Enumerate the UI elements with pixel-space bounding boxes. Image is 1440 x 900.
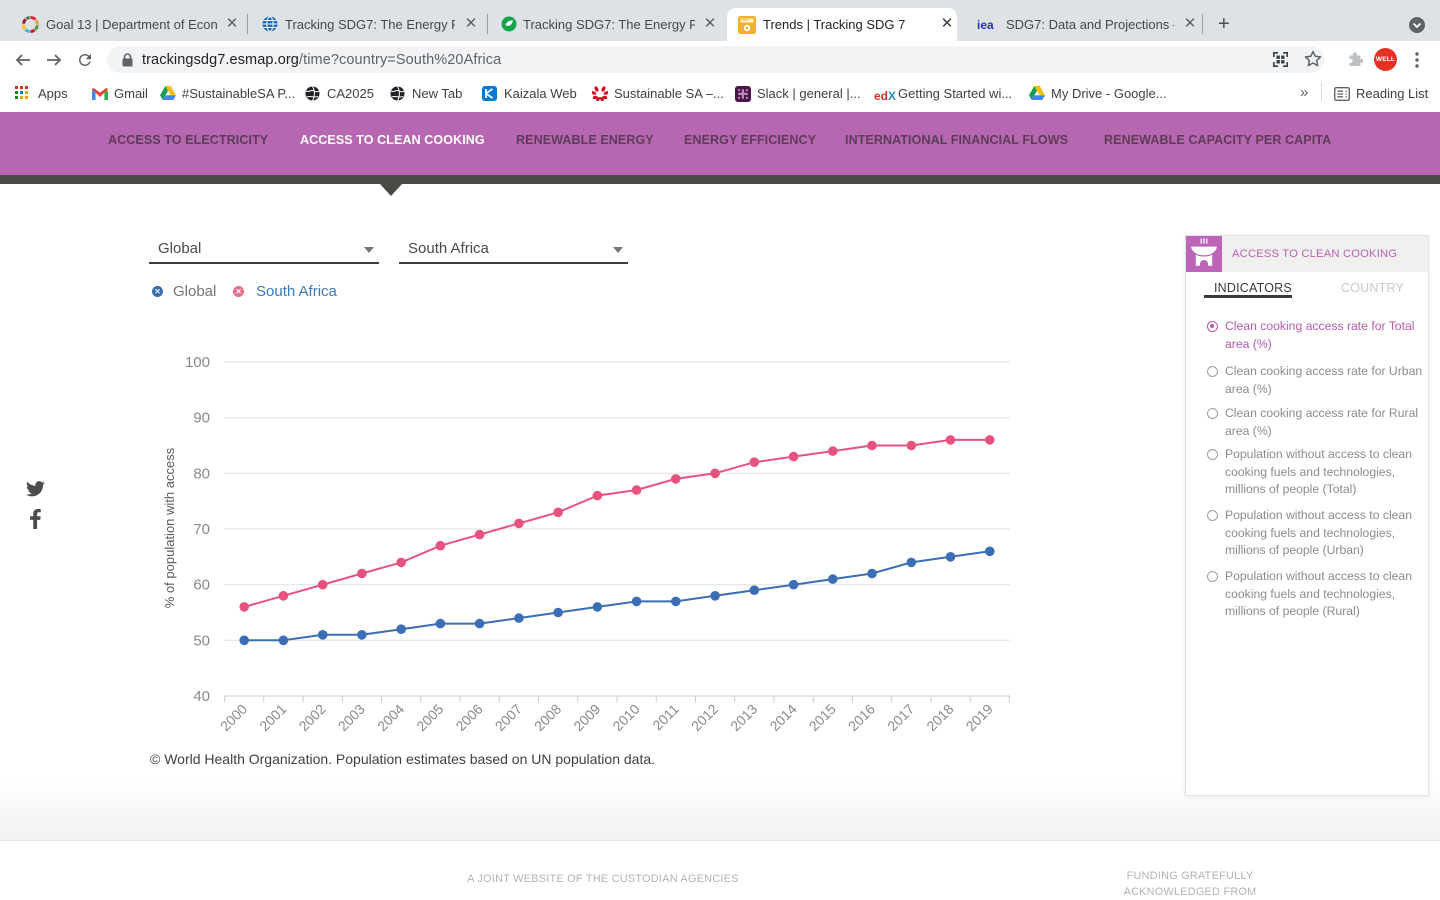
svg-text:100: 100	[185, 354, 210, 371]
svg-text:2007: 2007	[492, 701, 525, 734]
svg-text:2018: 2018	[923, 701, 956, 734]
svg-text:2017: 2017	[884, 701, 917, 734]
svg-text:2019: 2019	[963, 701, 996, 734]
svg-text:70: 70	[193, 521, 210, 538]
svg-text:50: 50	[193, 632, 210, 649]
svg-text:90: 90	[193, 410, 210, 427]
svg-text:2008: 2008	[531, 701, 564, 734]
svg-text:2001: 2001	[256, 701, 289, 734]
svg-text:2014: 2014	[766, 701, 799, 734]
svg-text:2009: 2009	[570, 701, 603, 734]
svg-text:2011: 2011	[649, 701, 682, 734]
svg-text:2005: 2005	[413, 701, 446, 734]
svg-text:2013: 2013	[727, 701, 760, 734]
svg-text:2010: 2010	[609, 701, 642, 734]
svg-text:2015: 2015	[806, 701, 839, 734]
svg-text:2012: 2012	[688, 701, 721, 734]
svg-text:2000: 2000	[217, 701, 250, 734]
svg-text:% of population with access: % of population with access	[162, 447, 177, 608]
svg-text:2002: 2002	[295, 701, 328, 734]
svg-text:60: 60	[193, 577, 210, 594]
svg-text:80: 80	[193, 465, 210, 482]
svg-text:2006: 2006	[452, 701, 485, 734]
svg-text:40: 40	[193, 688, 210, 705]
svg-text:2004: 2004	[374, 701, 407, 734]
svg-text:2003: 2003	[335, 701, 368, 734]
svg-text:2016: 2016	[845, 701, 878, 734]
